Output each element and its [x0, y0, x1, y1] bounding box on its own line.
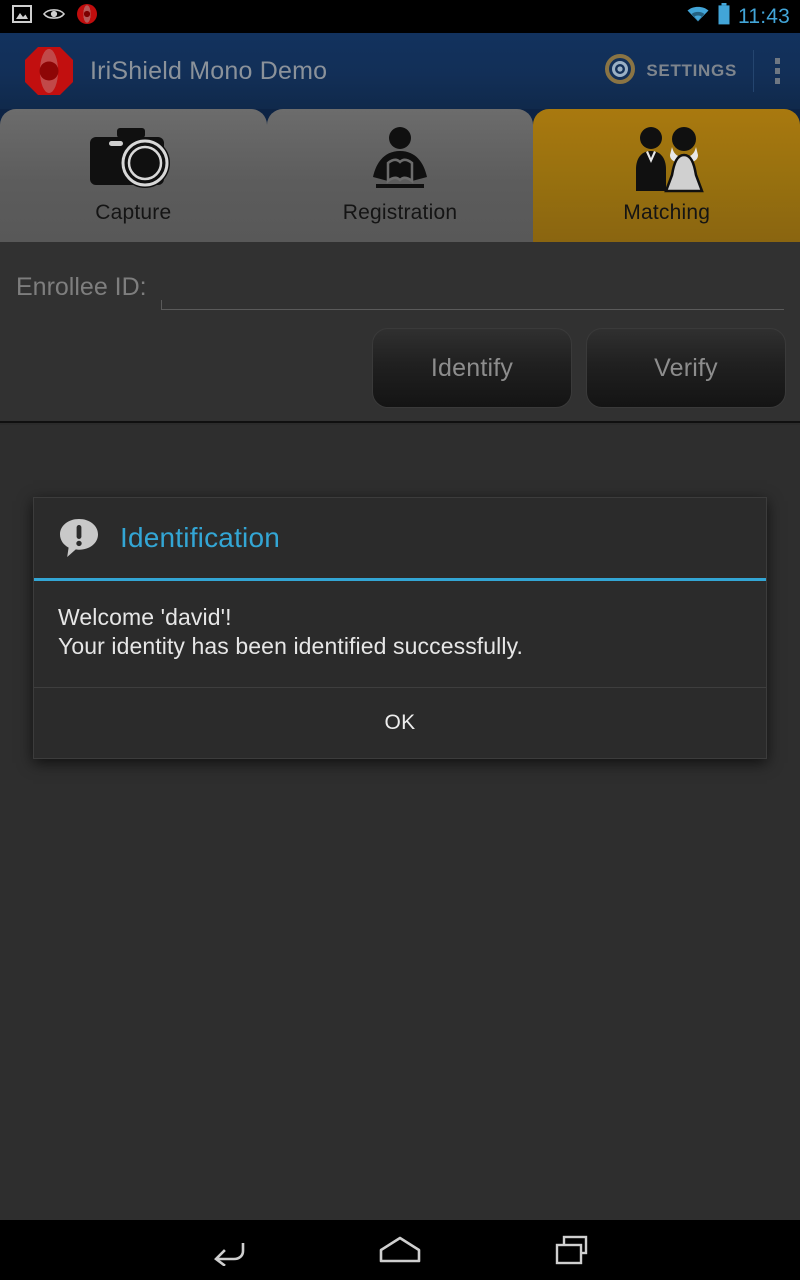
settings-iris-icon [605, 53, 636, 89]
tab-capture[interactable]: Capture [0, 109, 267, 242]
enrollee-id-input-wrapper [160, 266, 784, 310]
dialog-message-line: Welcome 'david'! [58, 604, 232, 630]
battery-icon [717, 3, 731, 30]
app-title: IriShield Mono Demo [90, 56, 328, 85]
identification-dialog: Identification Welcome 'david'! Your ide… [33, 497, 767, 759]
overflow-menu-icon[interactable] [754, 33, 800, 109]
couple-icon [624, 123, 710, 197]
identify-button[interactable]: Identify [372, 328, 572, 408]
dialog-body: Welcome 'david'! Your identity has been … [34, 581, 766, 688]
home-icon[interactable] [314, 1220, 486, 1280]
wifi-icon [686, 5, 710, 28]
tab-matching[interactable]: Matching [533, 109, 800, 242]
enrollee-id-label: Enrollee ID: [16, 273, 147, 301]
android-screen: 11:43 IriShield Mono Demo SETTINGS Captu… [0, 0, 800, 1280]
tab-registration-label: Registration [342, 201, 458, 224]
dialog-message-line: Your identity has been identified succes… [58, 633, 523, 659]
status-bar-clock: 11:43 [738, 4, 790, 28]
back-icon[interactable] [142, 1220, 314, 1280]
iris-logo-icon [76, 3, 98, 30]
eye-icon [43, 7, 65, 26]
status-bar-left-icons [0, 3, 98, 30]
matching-action-buttons: Identify Verify [372, 328, 786, 408]
overflow-dot [774, 68, 780, 74]
tab-registration[interactable]: Registration [266, 109, 534, 242]
dialog-title: Identification [120, 522, 281, 553]
dialog-header: Identification [34, 498, 766, 581]
app-bar: IriShield Mono Demo SETTINGS [0, 33, 800, 109]
recents-icon[interactable] [486, 1220, 658, 1280]
android-nav-bar [0, 1220, 800, 1280]
irishield-logo-icon [22, 44, 76, 98]
settings-label: SETTINGS [646, 61, 737, 80]
enrollee-id-input[interactable] [160, 266, 784, 310]
status-bar-right-icons: 11:43 [686, 3, 800, 30]
camera-icon [87, 123, 179, 197]
verify-button[interactable]: Verify [586, 328, 786, 408]
overflow-dot [774, 58, 780, 64]
person-reading-icon [360, 123, 440, 197]
image-icon [12, 5, 32, 28]
dialog-footer: OK [34, 688, 766, 758]
status-bar: 11:43 [0, 0, 800, 33]
tab-capture-label: Capture [95, 201, 172, 224]
enrollee-id-row: Enrollee ID: [0, 266, 800, 310]
tab-matching-label: Matching [623, 201, 711, 224]
speech-bubble-alert-icon [56, 515, 102, 561]
dialog-ok-button[interactable]: OK [345, 701, 456, 745]
tab-bar: Capture Registration Matching [0, 109, 800, 242]
matching-form-panel: Enrollee ID: Identify Verify [0, 242, 800, 423]
overflow-dot [774, 78, 780, 84]
settings-button[interactable]: SETTINGS [597, 33, 753, 109]
